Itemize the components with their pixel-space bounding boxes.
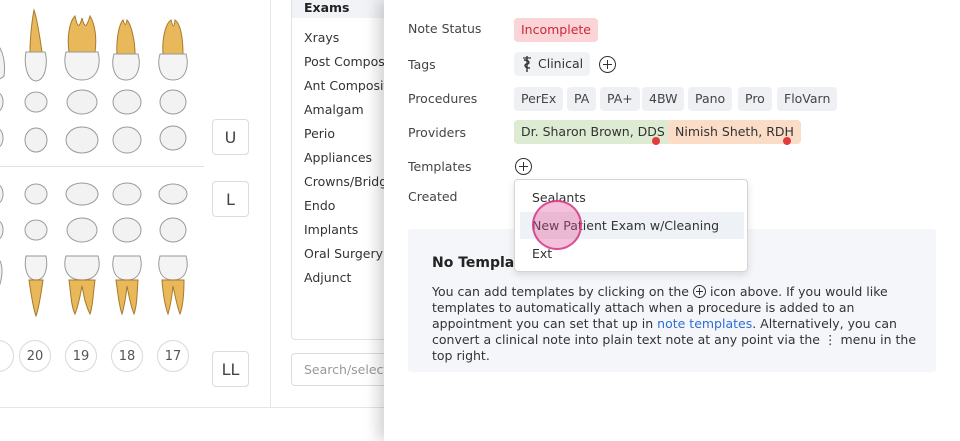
tooth-lower-5[interactable] bbox=[157, 254, 189, 316]
plus-circle-icon bbox=[692, 285, 706, 298]
quadrant-lower-button[interactable]: L bbox=[212, 181, 249, 217]
tooth-upper-5[interactable] bbox=[157, 16, 189, 82]
provider-chip-hygienist[interactable]: Nimish Sheth, RDH bbox=[668, 120, 801, 144]
procedure-chip-pa[interactable]: PA bbox=[567, 87, 597, 111]
procedure-chip-pro[interactable]: Pro bbox=[738, 87, 772, 111]
category-oral-surgery[interactable]: Oral Surgery bbox=[292, 242, 390, 266]
category-crowns-bridge[interactable]: Crowns/Bridge bbox=[292, 170, 390, 194]
providers-label: Providers bbox=[408, 125, 466, 140]
column-divider bbox=[270, 0, 271, 408]
no-templates-description: You can add templates by clicking on the… bbox=[432, 284, 917, 363]
template-option-ext[interactable]: Ext bbox=[520, 240, 744, 267]
quadrant-upper-button[interactable]: U bbox=[212, 119, 249, 155]
note-status-badge[interactable]: Incomplete bbox=[514, 18, 598, 42]
procedure-search-input[interactable]: Search/select p bbox=[291, 353, 391, 386]
tooth-upper-4[interactable] bbox=[111, 16, 141, 82]
procedure-chip-4bw[interactable]: 4BW bbox=[642, 87, 685, 111]
tooth-occlusal-row-1 bbox=[0, 89, 187, 154]
category-xrays[interactable]: Xrays bbox=[292, 26, 390, 50]
tooth-number-17[interactable]: 17 bbox=[157, 340, 189, 372]
clinical-note-panel: Note Status Incomplete Tags Clinical Pro… bbox=[384, 0, 960, 441]
caduceus-icon bbox=[523, 56, 531, 72]
tooth-number-20[interactable]: 20 bbox=[19, 340, 51, 372]
tooth-lower-2[interactable] bbox=[22, 254, 50, 318]
procedure-chip-flovarn[interactable]: FloVarn bbox=[777, 87, 838, 111]
tooth-upper-2[interactable] bbox=[22, 8, 50, 82]
tooth-lower-3[interactable] bbox=[63, 254, 101, 316]
kebab-menu-icon: ⋮ bbox=[823, 332, 837, 347]
bottom-divider bbox=[0, 407, 384, 408]
tooth-upper-3[interactable] bbox=[63, 12, 101, 82]
category-post-composite[interactable]: Post Composit bbox=[292, 50, 390, 74]
procedure-chip-pa-plus[interactable]: PA+ bbox=[600, 87, 640, 111]
templates-label: Templates bbox=[408, 159, 472, 174]
add-template-icon[interactable] bbox=[515, 158, 532, 175]
created-label: Created bbox=[408, 189, 458, 204]
tags-label: Tags bbox=[408, 57, 436, 72]
quadrant-lower-left-button[interactable]: LL bbox=[212, 351, 249, 387]
category-implants[interactable]: Implants bbox=[292, 218, 390, 242]
add-tag-icon[interactable] bbox=[599, 56, 616, 73]
procedure-chip-pano[interactable]: Pano bbox=[688, 87, 733, 111]
templates-dropdown: Sealants New Patient Exam w/Cleaning Ext bbox=[514, 179, 748, 272]
category-appliances[interactable]: Appliances bbox=[292, 146, 390, 170]
procedure-category-list: Exams Xrays Post Composit Ant Composite … bbox=[291, 0, 391, 340]
provider-2-status-dot bbox=[783, 137, 791, 145]
category-endo[interactable]: Endo bbox=[292, 194, 390, 218]
note-templates-link[interactable]: note templates bbox=[657, 316, 752, 331]
procedure-chip-perex[interactable]: PerEx bbox=[514, 87, 564, 111]
tag-clinical-label: Clinical bbox=[538, 56, 584, 71]
category-ant-composite[interactable]: Ant Composite bbox=[292, 74, 390, 98]
provider-1-status-dot bbox=[652, 137, 660, 145]
tag-clinical[interactable]: Clinical bbox=[514, 52, 591, 76]
note-status-label: Note Status bbox=[408, 21, 482, 36]
tooth-chart: U L LL 20 19 18 17 bbox=[0, 0, 270, 408]
tooth-lower-1[interactable] bbox=[0, 254, 8, 294]
tooth-lower-4[interactable] bbox=[111, 254, 143, 316]
category-exams[interactable]: Exams bbox=[292, 0, 390, 18]
category-perio[interactable]: Perio bbox=[292, 122, 390, 146]
tooth-number-partial[interactable] bbox=[0, 340, 14, 372]
tooth-number-19[interactable]: 19 bbox=[65, 340, 97, 372]
template-option-sealants[interactable]: Sealants bbox=[520, 184, 744, 211]
category-amalgam[interactable]: Amalgam bbox=[292, 98, 390, 122]
arch-divider bbox=[0, 166, 204, 167]
tooth-upper-1[interactable] bbox=[0, 40, 8, 80]
template-option-new-patient-exam[interactable]: New Patient Exam w/Cleaning bbox=[520, 212, 744, 239]
tooth-number-18[interactable]: 18 bbox=[111, 340, 143, 372]
provider-chip-dentist[interactable]: Dr. Sharon Brown, DDS bbox=[514, 120, 672, 144]
category-adjunct[interactable]: Adjunct bbox=[292, 266, 390, 290]
tooth-occlusal-row-2 bbox=[0, 182, 188, 243]
procedures-label: Procedures bbox=[408, 91, 478, 106]
